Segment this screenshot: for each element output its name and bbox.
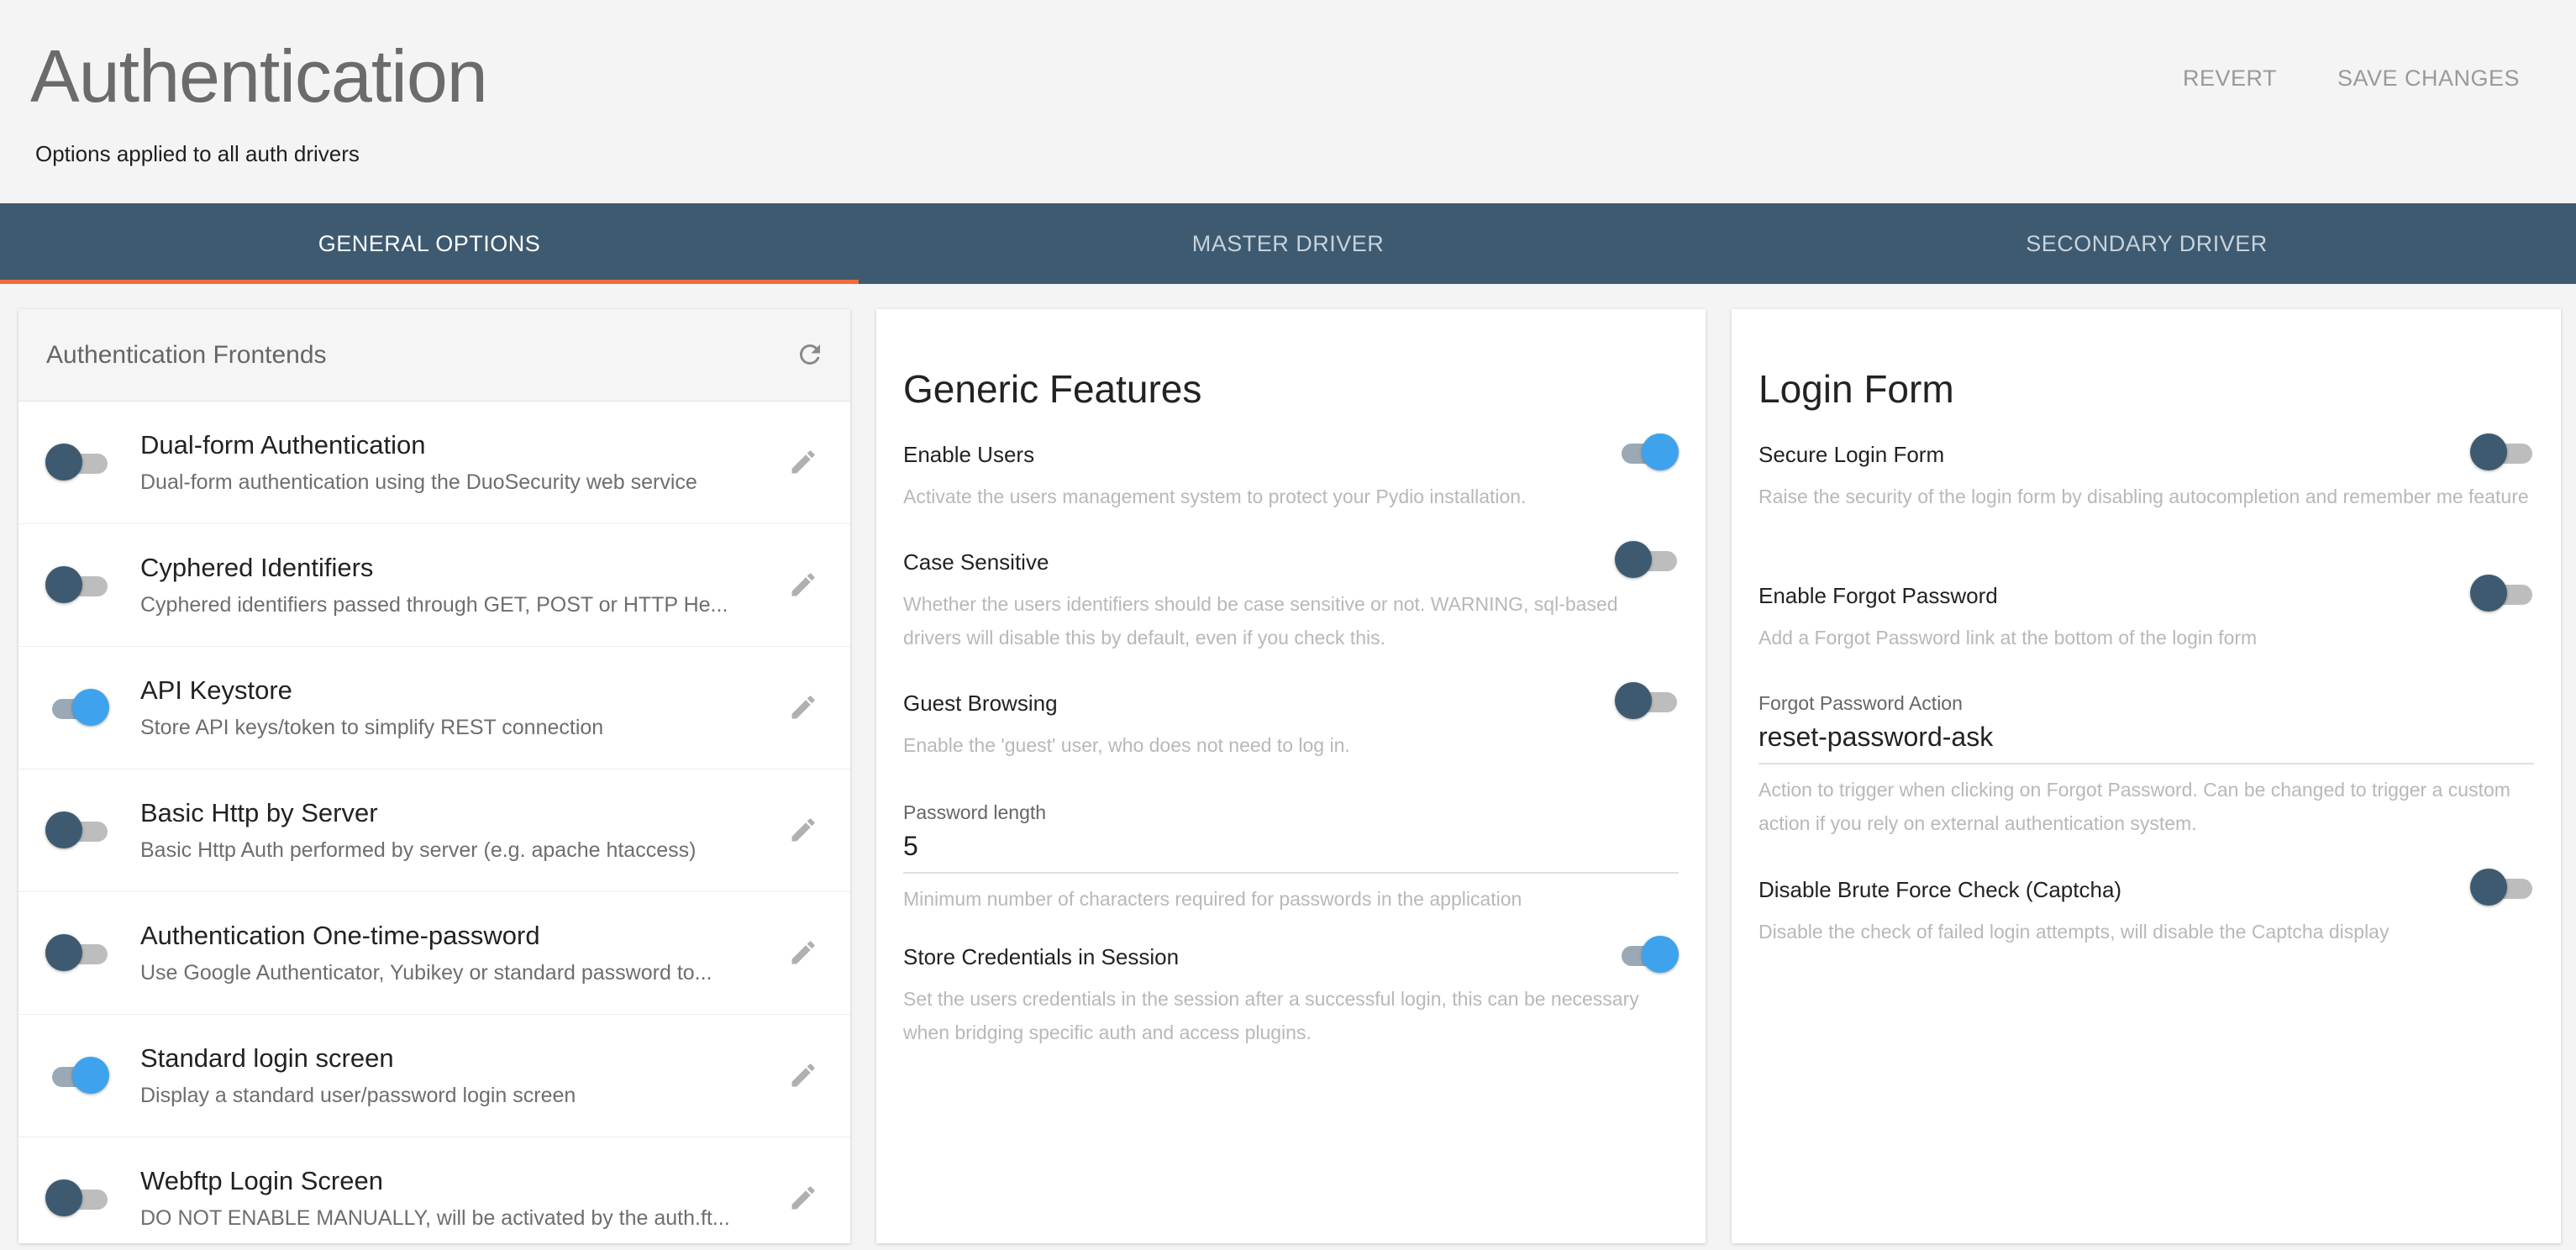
frontend-toggle[interactable] bbox=[45, 811, 109, 848]
list-item: Authentication One-time-password Use Goo… bbox=[18, 892, 850, 1015]
frontend-name: Cyphered Identifiers bbox=[140, 553, 374, 582]
password-length-label: Password length bbox=[903, 801, 1047, 823]
forgot-password-toggle[interactable] bbox=[2470, 575, 2534, 612]
frontend-name: Dual-form Authentication bbox=[140, 430, 426, 460]
store-credentials-option: Store Credentials in Session Set the use… bbox=[903, 936, 1679, 1049]
pencil-icon[interactable] bbox=[788, 938, 818, 968]
forgot-action-field: Forgot Password Action reset-password-as… bbox=[1759, 692, 2534, 840]
brute-force-label: Disable Brute Force Check (Captcha) bbox=[1759, 877, 2122, 902]
guest-browsing-toggle[interactable] bbox=[1615, 682, 1679, 719]
password-length-input[interactable]: 5 bbox=[903, 824, 1679, 874]
pencil-icon[interactable] bbox=[788, 1060, 818, 1090]
login-form-card: Login Form Secure Login Form Raise the s… bbox=[1732, 309, 2561, 1243]
pencil-icon[interactable] bbox=[788, 692, 818, 722]
frontend-desc: Store API keys/token to simplify REST co… bbox=[140, 716, 604, 739]
secure-login-label: Secure Login Form bbox=[1759, 442, 1945, 467]
list-item: Webftp Login Screen DO NOT ENABLE MANUAL… bbox=[18, 1137, 850, 1243]
frontend-toggle[interactable] bbox=[45, 444, 109, 481]
list-item: Dual-form Authentication Dual-form authe… bbox=[18, 402, 850, 524]
enable-users-help: Activate the users management system to … bbox=[903, 486, 1527, 507]
password-length-help: Minimum number of characters required fo… bbox=[903, 888, 1522, 910]
pencil-icon[interactable] bbox=[788, 815, 818, 845]
brute-force-toggle[interactable] bbox=[2470, 869, 2534, 906]
list-item: Basic Http by Server Basic Http Auth per… bbox=[18, 769, 850, 892]
guest-browsing-option: Guest Browsing Enable the 'guest' user, … bbox=[903, 682, 1679, 762]
frontend-toggle[interactable] bbox=[45, 566, 109, 603]
auth-frontends-header: Authentication Frontends bbox=[18, 309, 850, 402]
case-sensitive-toggle[interactable] bbox=[1615, 541, 1679, 578]
forgot-action-help: Action to trigger when clicking on Forgo… bbox=[1759, 779, 2510, 834]
pencil-icon[interactable] bbox=[788, 447, 818, 477]
frontend-desc: Cyphered identifiers passed through GET,… bbox=[140, 593, 728, 617]
store-credentials-label: Store Credentials in Session bbox=[903, 944, 1180, 969]
forgot-password-option: Enable Forgot Password Add a Forgot Pass… bbox=[1759, 575, 2534, 654]
tab-master-driver[interactable]: MASTER DRIVER bbox=[859, 203, 1717, 284]
brute-force-option: Disable Brute Force Check (Captcha) Disa… bbox=[1759, 869, 2534, 948]
frontend-name: Authentication One-time-password bbox=[140, 921, 540, 950]
save-changes-button[interactable]: SAVE CHANGES bbox=[2337, 66, 2520, 92]
page-title: Authentication bbox=[30, 34, 488, 118]
frontend-toggle[interactable] bbox=[45, 689, 109, 726]
pencil-icon[interactable] bbox=[788, 570, 818, 600]
frontend-desc: Use Google Authenticator, Yubikey or sta… bbox=[140, 961, 712, 985]
frontend-name: Standard login screen bbox=[140, 1043, 394, 1073]
case-sensitive-help: Whether the users identifiers should be … bbox=[903, 593, 1618, 649]
frontend-toggle[interactable] bbox=[45, 934, 109, 971]
enable-users-toggle[interactable] bbox=[1615, 433, 1679, 470]
secure-login-toggle[interactable] bbox=[2470, 433, 2534, 470]
guest-browsing-help: Enable the 'guest' user, who does not ne… bbox=[903, 734, 1350, 756]
tab-bar: GENERAL OPTIONS MASTER DRIVER SECONDARY … bbox=[0, 203, 2576, 284]
password-length-field: Password length 5 Minimum number of char… bbox=[903, 801, 1679, 916]
list-item: API Keystore Store API keys/token to sim… bbox=[18, 647, 850, 769]
revert-button[interactable]: REVERT bbox=[2183, 66, 2277, 92]
frontend-desc: Dual-form authentication using the DuoSe… bbox=[140, 470, 697, 494]
store-credentials-help: Set the users credentials in the session… bbox=[903, 988, 1639, 1043]
login-form-title: Login Form bbox=[1759, 367, 1954, 411]
frontend-toggle[interactable] bbox=[45, 1057, 109, 1094]
forgot-password-label: Enable Forgot Password bbox=[1759, 583, 1998, 608]
frontend-name: API Keystore bbox=[140, 675, 292, 705]
store-credentials-toggle[interactable] bbox=[1615, 936, 1679, 973]
list-item: Cyphered Identifiers Cyphered identifier… bbox=[18, 524, 850, 647]
frontend-desc: Basic Http Auth performed by server (e.g… bbox=[140, 838, 697, 862]
frontend-desc: Display a standard user/password login s… bbox=[140, 1084, 576, 1107]
forgot-password-help: Add a Forgot Password link at the bottom… bbox=[1759, 627, 2258, 649]
auth-frontends-card: Authentication Frontends Dual-form Authe… bbox=[18, 309, 850, 1243]
generic-features-title: Generic Features bbox=[903, 367, 1202, 411]
secure-login-help: Raise the security of the login form by … bbox=[1759, 486, 2529, 507]
list-item: Standard login screen Display a standard… bbox=[18, 1015, 850, 1137]
brute-force-help: Disable the check of failed login attemp… bbox=[1759, 921, 2389, 943]
auth-frontends-title: Authentication Frontends bbox=[46, 341, 327, 369]
secure-login-option: Secure Login Form Raise the security of … bbox=[1759, 433, 2534, 513]
frontend-name: Basic Http by Server bbox=[140, 798, 378, 827]
frontend-desc: DO NOT ENABLE MANUALLY, will be activate… bbox=[140, 1206, 730, 1230]
case-sensitive-label: Case Sensitive bbox=[903, 549, 1049, 575]
pencil-icon[interactable] bbox=[788, 1183, 818, 1213]
frontend-toggle[interactable] bbox=[45, 1179, 109, 1216]
refresh-icon[interactable] bbox=[795, 339, 825, 370]
enable-users-option: Enable Users Activate the users manageme… bbox=[903, 433, 1679, 513]
tab-general-options[interactable]: GENERAL OPTIONS bbox=[0, 203, 859, 284]
forgot-action-input[interactable]: reset-password-ask bbox=[1759, 715, 2534, 764]
page-header: Authentication Options applied to all au… bbox=[0, 0, 2576, 203]
tab-secondary-driver[interactable]: SECONDARY DRIVER bbox=[1717, 203, 2576, 284]
frontend-name: Webftp Login Screen bbox=[140, 1166, 383, 1195]
case-sensitive-option: Case Sensitive Whether the users identif… bbox=[903, 541, 1679, 654]
enable-users-label: Enable Users bbox=[903, 442, 1035, 467]
generic-features-card: Generic Features Enable Users Activate t… bbox=[876, 309, 1706, 1243]
forgot-action-label: Forgot Password Action bbox=[1759, 692, 1963, 714]
guest-browsing-label: Guest Browsing bbox=[903, 691, 1058, 716]
page-subtitle: Options applied to all auth drivers bbox=[35, 141, 360, 166]
